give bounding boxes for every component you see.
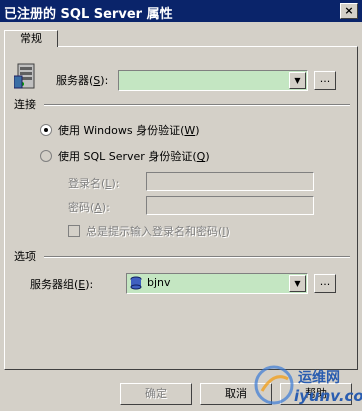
server-browse-button[interactable]: ... (314, 71, 336, 90)
tab-general-label: 常规 (20, 32, 42, 45)
chevron-down-icon[interactable]: ▼ (289, 275, 306, 292)
watermark: 运维网 iyunv.com (254, 361, 362, 409)
login-label: 登录名(L): (68, 177, 120, 190)
connection-divider (44, 104, 350, 106)
options-divider (44, 256, 350, 258)
radio-selected-dot (44, 128, 48, 132)
always-prompt-label[interactable]: 总是提示输入登录名和密码(I) (86, 223, 230, 239)
watermark-logo-icon (254, 365, 294, 405)
server-group-browse-button[interactable]: ... (314, 274, 336, 293)
watermark-en: iyunv.com (294, 387, 362, 405)
server-group-icon (130, 276, 142, 290)
windows-auth-label[interactable]: 使用 Windows 身份验证(W) (58, 122, 200, 138)
server-combo[interactable]: ▼ (118, 70, 308, 91)
password-label: 密码(A): (68, 201, 110, 214)
tab-general[interactable]: 常规 (4, 30, 58, 47)
dialog-window: 已注册的 SQL Server 属性 × 常规 服务器(S): ▼ ... 连接… (0, 0, 362, 411)
server-icon (14, 63, 35, 89)
close-button[interactable]: × (340, 3, 358, 19)
server-group-label: 服务器组(E): (30, 278, 94, 291)
chevron-down-icon[interactable]: ▼ (289, 72, 306, 89)
options-header: 选项 (14, 250, 36, 263)
sql-auth-radio[interactable] (40, 150, 52, 162)
connection-header: 连接 (14, 98, 36, 111)
windows-auth-radio[interactable] (40, 124, 52, 136)
window-title: 已注册的 SQL Server 属性 (4, 7, 173, 22)
login-input[interactable] (146, 172, 314, 191)
sql-auth-label[interactable]: 使用 SQL Server 身份验证(Q) (58, 148, 210, 164)
server-group-value: bjnv (147, 276, 171, 289)
always-prompt-checkbox[interactable] (68, 225, 80, 237)
server-label: 服务器(S): (56, 74, 109, 87)
password-input[interactable] (146, 196, 314, 215)
server-group-combo[interactable]: bjnv ▼ (126, 273, 308, 294)
ok-button[interactable]: 确定 (120, 383, 192, 405)
watermark-cn: 运维网 (298, 370, 340, 386)
title-bar: 已注册的 SQL Server 属性 × (0, 0, 362, 22)
